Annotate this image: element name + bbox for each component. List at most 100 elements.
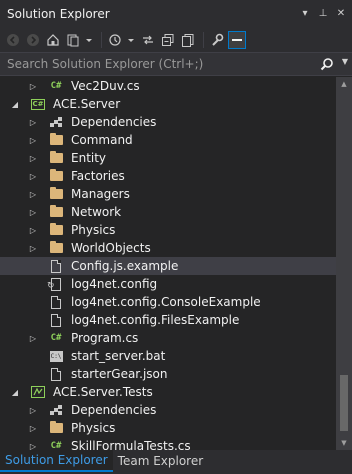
- close-icon[interactable]: ✕: [334, 5, 348, 21]
- config-file-icon: [47, 276, 64, 292]
- tree-item-label: Dependencies: [71, 115, 157, 129]
- expand-arrow-icon[interactable]: ▷: [28, 167, 38, 185]
- tree-item[interactable]: ▷ Command: [0, 131, 336, 149]
- bottom-tab-bar: Solution Explorer Team Explorer: [0, 450, 352, 474]
- scroll-down-icon[interactable]: ▼: [336, 436, 352, 450]
- tree-item-label: Physics: [71, 223, 116, 237]
- expand-arrow-icon[interactable]: ▷: [28, 329, 38, 347]
- expand-arrow-icon[interactable]: ▷: [28, 203, 38, 221]
- tree-item[interactable]: ▷ Dependencies: [0, 401, 336, 419]
- tree-item-label: SkillFormulaTests.cs: [71, 439, 191, 450]
- search-icon[interactable]: [320, 57, 334, 71]
- tree-item-label: WorldObjects: [71, 241, 151, 255]
- collapse-all-icon[interactable]: [159, 31, 177, 49]
- tree-item-label: Managers: [71, 187, 130, 201]
- solution-tree: ▷ C# Vec2Duv.cs ◢ C# ACE.Server ▷ Depend…: [0, 77, 336, 450]
- back-icon[interactable]: [4, 31, 22, 49]
- toolbar-separator: [101, 32, 102, 48]
- search-bar[interactable]: Search Solution Explorer (Ctrl+;) ▼: [0, 52, 352, 76]
- tree-item[interactable]: ▷ Entity: [0, 149, 336, 167]
- tree-item[interactable]: ▷ C# Program.cs: [0, 329, 336, 347]
- pending-changes-dropdown-icon[interactable]: [126, 31, 136, 49]
- switch-views-dropdown-icon[interactable]: [84, 31, 94, 49]
- collapse-arrow-icon[interactable]: ◢: [10, 383, 20, 401]
- tree-item-label: starterGear.json: [71, 367, 168, 381]
- tree-item[interactable]: ▷ WorldObjects: [0, 239, 336, 257]
- file-icon: [48, 312, 64, 328]
- expand-arrow-icon[interactable]: ▷: [28, 437, 38, 451]
- test-project-icon: [30, 384, 46, 400]
- csharp-file-icon: C#: [50, 81, 62, 91]
- expand-arrow-icon[interactable]: ▷: [28, 131, 38, 149]
- expand-arrow-icon[interactable]: ▷: [28, 221, 38, 239]
- tree-item[interactable]: log4net.config.ConsoleExample: [0, 293, 336, 311]
- tree-item-label: Entity: [71, 151, 107, 165]
- file-icon: [48, 366, 64, 382]
- preview-selected-items-icon[interactable]: [228, 31, 246, 49]
- tree-item-label: Network: [71, 205, 122, 219]
- tab-solution-explorer[interactable]: Solution Explorer: [0, 450, 113, 472]
- title-bar: Solution Explorer ▾ ⊥ ✕: [0, 0, 352, 28]
- search-input[interactable]: Search Solution Explorer (Ctrl+;): [7, 57, 203, 71]
- folder-icon: [48, 186, 64, 202]
- tree-item-selected[interactable]: Config.js.example: [0, 257, 336, 275]
- expand-arrow-icon[interactable]: ▷: [28, 149, 38, 167]
- show-all-files-icon[interactable]: [179, 31, 197, 49]
- tree-item[interactable]: log4net.config: [0, 275, 336, 293]
- tree-item-label: Factories: [71, 169, 125, 183]
- sync-icon[interactable]: [139, 31, 157, 49]
- file-icon: [48, 294, 64, 310]
- csharp-file-icon: C#: [50, 333, 62, 343]
- tree-item[interactable]: ▷ C# SkillFormulaTests.cs: [0, 437, 336, 450]
- properties-icon[interactable]: [208, 31, 226, 49]
- tree-item[interactable]: ▷ Dependencies: [0, 113, 336, 131]
- search-options-dropdown-icon[interactable]: ▼: [342, 57, 348, 66]
- tree-item[interactable]: ◢ C# ACE.Server: [0, 95, 336, 113]
- tree-item-label: log4net.config: [71, 277, 158, 291]
- csharp-file-icon: C#: [50, 441, 62, 450]
- toolbar-separator: [203, 32, 204, 48]
- tab-team-explorer[interactable]: Team Explorer: [113, 450, 209, 472]
- tree-item[interactable]: log4net.config.FilesExample: [0, 311, 336, 329]
- collapse-arrow-icon[interactable]: ◢: [10, 95, 20, 113]
- expand-arrow-icon[interactable]: ▷: [28, 185, 38, 203]
- window-controls: ▾ ⊥ ✕: [298, 5, 348, 21]
- expand-arrow-icon[interactable]: ▷: [28, 419, 38, 437]
- batch-file-icon: C:\: [49, 350, 63, 362]
- switch-views-icon[interactable]: [64, 31, 82, 49]
- scroll-up-icon[interactable]: ▲: [336, 77, 352, 91]
- pending-changes-icon[interactable]: [106, 31, 124, 49]
- tree-item-label: ACE.Server: [53, 97, 121, 111]
- expand-arrow-icon[interactable]: ▷: [28, 239, 38, 257]
- tree-item[interactable]: ▷ Physics: [0, 419, 336, 437]
- tree-item-label: Physics: [71, 421, 116, 435]
- tree-item[interactable]: starterGear.json: [0, 365, 336, 383]
- toolbar: [0, 28, 352, 52]
- expand-arrow-icon[interactable]: ▷: [28, 77, 38, 95]
- tree-item[interactable]: ▷ Factories: [0, 167, 336, 185]
- forward-icon[interactable]: [24, 31, 42, 49]
- vertical-scrollbar[interactable]: ▲ ▼: [336, 77, 352, 450]
- tree-item-label: Vec2Duv.cs: [71, 79, 140, 93]
- home-icon[interactable]: [44, 31, 62, 49]
- tree-item[interactable]: ▷ Network: [0, 203, 336, 221]
- tree-item[interactable]: ▷ C# Vec2Duv.cs: [0, 77, 336, 95]
- tree-item[interactable]: ▷ Physics: [0, 221, 336, 239]
- expand-arrow-icon[interactable]: ▷: [28, 113, 38, 131]
- pin-icon[interactable]: ⊥: [316, 5, 330, 21]
- tree-item[interactable]: ▷ Managers: [0, 185, 336, 203]
- folder-icon: [48, 132, 64, 148]
- expand-arrow-icon[interactable]: ▷: [28, 401, 38, 419]
- panel-title: Solution Explorer: [7, 7, 110, 21]
- tree-item-label: Program.cs: [71, 331, 139, 345]
- csharp-project-icon: C#: [31, 98, 45, 110]
- tree-item[interactable]: ◢ ACE.Server.Tests: [0, 383, 336, 401]
- folder-icon: [48, 420, 64, 436]
- folder-icon: [48, 222, 64, 238]
- tree-item-label: log4net.config.ConsoleExample: [71, 295, 261, 309]
- scrollbar-thumb[interactable]: [340, 375, 348, 431]
- dropdown-menu-icon[interactable]: ▾: [298, 5, 312, 21]
- folder-icon: [48, 168, 64, 184]
- tree-item[interactable]: C:\ start_server.bat: [0, 347, 336, 365]
- tree-item-label: log4net.config.FilesExample: [71, 313, 240, 327]
